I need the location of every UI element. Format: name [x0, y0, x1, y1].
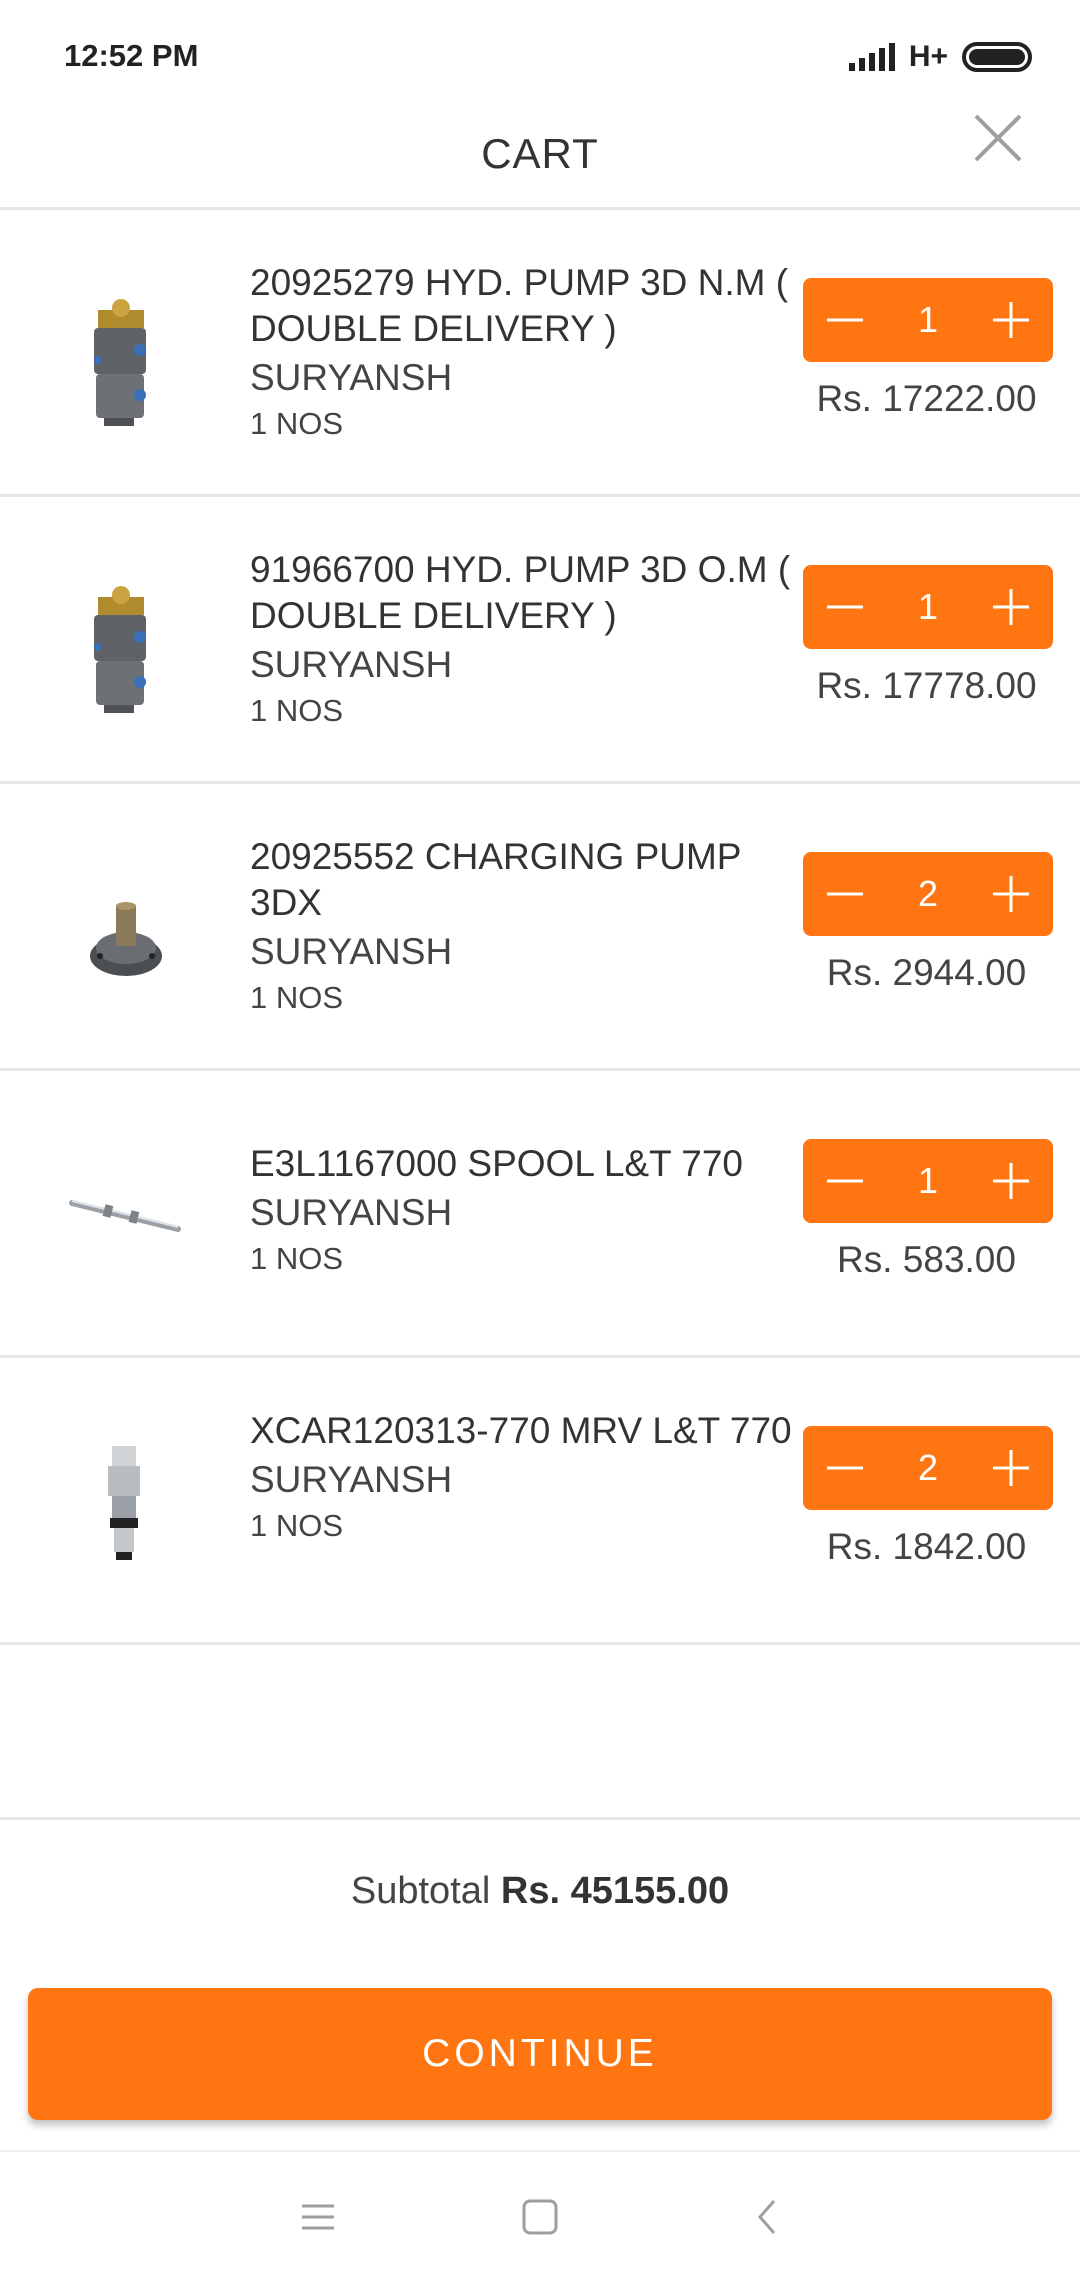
subtotal: Subtotal Rs. 45155.00	[0, 1870, 1080, 1913]
page-title: CART	[481, 130, 599, 177]
item-name: E3L1167000 SPOOL L&T 770	[250, 1143, 744, 1184]
item-vendor: SURYANSH	[250, 931, 453, 972]
decrease-quantity-button[interactable]	[803, 565, 887, 649]
system-nav-bar	[0, 2152, 1080, 2280]
battery-icon	[962, 42, 1032, 72]
item-price: Rs. 17222.00	[816, 378, 1037, 419]
plus-icon	[993, 302, 1029, 338]
item-vendor: SURYANSH	[250, 1192, 453, 1233]
continue-label: CONTINUE	[422, 2032, 658, 2075]
cart-item: E3L1167000 SPOOL L&T 770 SURYANSH 1 NOS …	[0, 1071, 1080, 1358]
footer-divider	[0, 1817, 1080, 1820]
charging-pump-image	[60, 844, 190, 1014]
quantity-stepper: 2	[803, 852, 1053, 936]
item-unit: 1 NOS	[250, 1508, 344, 1543]
item-details: XCAR120313-770 MRV L&T 770 SURYANSH 1 NO…	[250, 1408, 810, 1546]
decrease-quantity-button[interactable]	[803, 1139, 887, 1223]
cart-item: 20925552 CHARGING PUMP 3DX SURYANSH 1 NO…	[0, 784, 1080, 1071]
status-icons: H+	[848, 40, 1032, 74]
back-icon	[758, 2200, 776, 2234]
item-details: 20925279 HYD. PUMP 3D N.M ( DOUBLE DELIV…	[250, 260, 810, 444]
relief-valve-image	[60, 1418, 190, 1588]
plus-icon	[993, 1450, 1029, 1486]
menu-button[interactable]	[288, 2192, 348, 2242]
cart-item: XCAR120313-770 MRV L&T 770 SURYANSH 1 NO…	[0, 1358, 1080, 1645]
decrease-quantity-button[interactable]	[803, 278, 887, 362]
status-time: 12:52 PM	[64, 38, 199, 73]
item-price: Rs. 1842.00	[826, 1526, 1027, 1567]
cart-item: 20925279 HYD. PUMP 3D N.M ( DOUBLE DELIV…	[0, 210, 1080, 497]
cart-list: 20925279 HYD. PUMP 3D N.M ( DOUBLE DELIV…	[0, 210, 1080, 1645]
item-details: 20925552 CHARGING PUMP 3DX SURYANSH 1 NO…	[250, 834, 810, 1018]
quantity-stepper: 1	[803, 565, 1053, 649]
plus-icon	[993, 589, 1029, 625]
item-name: XCAR120313-770 MRV L&T 770	[250, 1410, 792, 1451]
home-button[interactable]	[510, 2192, 570, 2242]
continue-button[interactable]: CONTINUE	[28, 1988, 1052, 2120]
close-button[interactable]	[968, 108, 1028, 168]
item-vendor: SURYANSH	[250, 1459, 453, 1500]
menu-icon	[302, 2204, 334, 2230]
quantity-value: 1	[917, 1160, 939, 1201]
item-unit: 1 NOS	[250, 980, 344, 1015]
quantity-stepper: 2	[803, 1426, 1053, 1510]
network-type: H+	[908, 40, 948, 73]
quantity-stepper: 1	[803, 278, 1053, 362]
minus-icon	[827, 318, 863, 322]
increase-quantity-button[interactable]	[969, 1139, 1053, 1223]
item-unit: 1 NOS	[250, 1241, 344, 1276]
quantity-value: 1	[917, 586, 939, 627]
increase-quantity-button[interactable]	[969, 852, 1053, 936]
close-icon	[974, 114, 1022, 162]
quantity-value: 2	[917, 873, 939, 914]
signal-icon	[848, 43, 895, 71]
minus-icon	[827, 892, 863, 896]
increase-quantity-button[interactable]	[969, 565, 1053, 649]
item-name: 20925552 CHARGING PUMP 3DX	[250, 836, 741, 923]
plus-icon	[993, 876, 1029, 912]
subtotal-label: Subtotal	[350, 1870, 491, 1912]
increase-quantity-button[interactable]	[969, 1426, 1053, 1510]
item-details: 91966700 HYD. PUMP 3D O.M ( DOUBLE DELIV…	[250, 547, 810, 731]
item-name: 91966700 HYD. PUMP 3D O.M ( DOUBLE DELIV…	[250, 549, 791, 636]
decrease-quantity-button[interactable]	[803, 1426, 887, 1510]
minus-icon	[827, 1466, 863, 1470]
item-unit: 1 NOS	[250, 406, 344, 441]
cart-item: 91966700 HYD. PUMP 3D O.M ( DOUBLE DELIV…	[0, 497, 1080, 784]
increase-quantity-button[interactable]	[969, 278, 1053, 362]
hydraulic-pump-image	[60, 557, 190, 727]
quantity-stepper: 1	[803, 1139, 1053, 1223]
quantity-value: 1	[917, 299, 939, 340]
item-vendor: SURYANSH	[250, 357, 453, 398]
item-name: 20925279 HYD. PUMP 3D N.M ( DOUBLE DELIV…	[250, 262, 789, 349]
quantity-value: 2	[917, 1447, 939, 1488]
plus-icon	[993, 1163, 1029, 1199]
spool-image	[60, 1131, 190, 1301]
home-icon	[522, 2199, 558, 2235]
item-unit: 1 NOS	[250, 693, 344, 728]
item-price: Rs. 583.00	[837, 1239, 1016, 1280]
decrease-quantity-button[interactable]	[803, 852, 887, 936]
subtotal-amount: Rs. 45155.00	[500, 1870, 730, 1912]
status-bar: 12:52 PM H+	[0, 0, 1080, 100]
minus-icon	[827, 605, 863, 609]
item-vendor: SURYANSH	[250, 644, 453, 685]
minus-icon	[827, 1179, 863, 1183]
hydraulic-pump-image	[60, 270, 190, 440]
item-price: Rs. 2944.00	[826, 952, 1027, 993]
back-button[interactable]	[738, 2192, 798, 2242]
item-price: Rs. 17778.00	[816, 665, 1037, 706]
cart-header: CART	[0, 100, 1080, 210]
item-details: E3L1167000 SPOOL L&T 770 SURYANSH 1 NOS	[250, 1141, 810, 1279]
